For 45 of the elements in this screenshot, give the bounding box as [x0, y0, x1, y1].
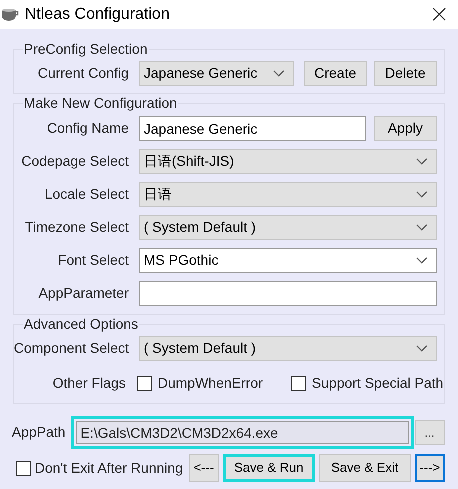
close-icon[interactable] — [433, 8, 446, 21]
chevron-down-icon — [273, 70, 285, 77]
checkbox-label: Support Special Path — [312, 374, 444, 393]
field-label: Locale Select — [44, 185, 129, 204]
field-label: Other Flags — [52, 374, 126, 393]
window-title: Ntleas Configuration — [25, 4, 170, 24]
input-field[interactable] — [139, 281, 437, 306]
field-label: Current Config — [36, 64, 129, 83]
component-dropdown[interactable]: ( System Default ) — [139, 336, 437, 361]
checkbox[interactable] — [291, 376, 306, 391]
chevron-down-icon — [416, 191, 428, 198]
dropdown[interactable]: 日语 — [139, 182, 437, 207]
path-field[interactable]: E:\Gals\CM3D2\CM3D2x64.exe — [70, 416, 414, 449]
cup-icon — [1, 8, 19, 22]
field-label: Font Select — [57, 251, 129, 270]
dropdown[interactable]: ( System Default ) — [139, 215, 437, 240]
field-label: AppPath — [12, 423, 66, 442]
button[interactable]: Save & Exit — [319, 454, 411, 482]
button[interactable]: Save & Run — [223, 454, 315, 482]
chevron-down-icon — [416, 158, 428, 165]
checkbox[interactable] — [16, 460, 31, 476]
button[interactable]: ---> — [415, 454, 445, 482]
field-label: Timezone Select — [24, 218, 129, 237]
checkbox-label: Don't Exit After Running — [35, 458, 184, 478]
group-title: PreConfig Selection — [23, 42, 149, 57]
field-label: AppParameter — [38, 284, 129, 303]
checkbox-label: DumpWhenError — [158, 374, 264, 393]
button[interactable]: Apply — [374, 116, 437, 141]
browse-button[interactable]: ... — [414, 420, 445, 445]
input-field[interactable]: Japanese Generic — [139, 116, 366, 141]
dropdown[interactable]: 日语(Shift-JIS) — [139, 149, 437, 174]
button[interactable]: <--- — [189, 454, 219, 482]
button[interactable]: Delete — [374, 61, 437, 86]
group-title: Advanced Options — [23, 317, 140, 332]
chevron-down-icon — [416, 257, 428, 264]
field-label: Config Name — [46, 119, 129, 138]
combo-box[interactable]: MS PGothic — [139, 248, 437, 273]
chevron-down-icon — [416, 224, 428, 231]
field-label: Codepage Select — [20, 152, 129, 171]
button[interactable]: Create — [304, 61, 367, 86]
field-label: Component Select — [14, 339, 129, 358]
chevron-down-icon — [416, 345, 428, 352]
config-dropdown[interactable]: Japanese Generic — [139, 61, 294, 86]
group-title: Make New Configuration — [23, 96, 178, 111]
checkbox[interactable] — [137, 376, 152, 391]
